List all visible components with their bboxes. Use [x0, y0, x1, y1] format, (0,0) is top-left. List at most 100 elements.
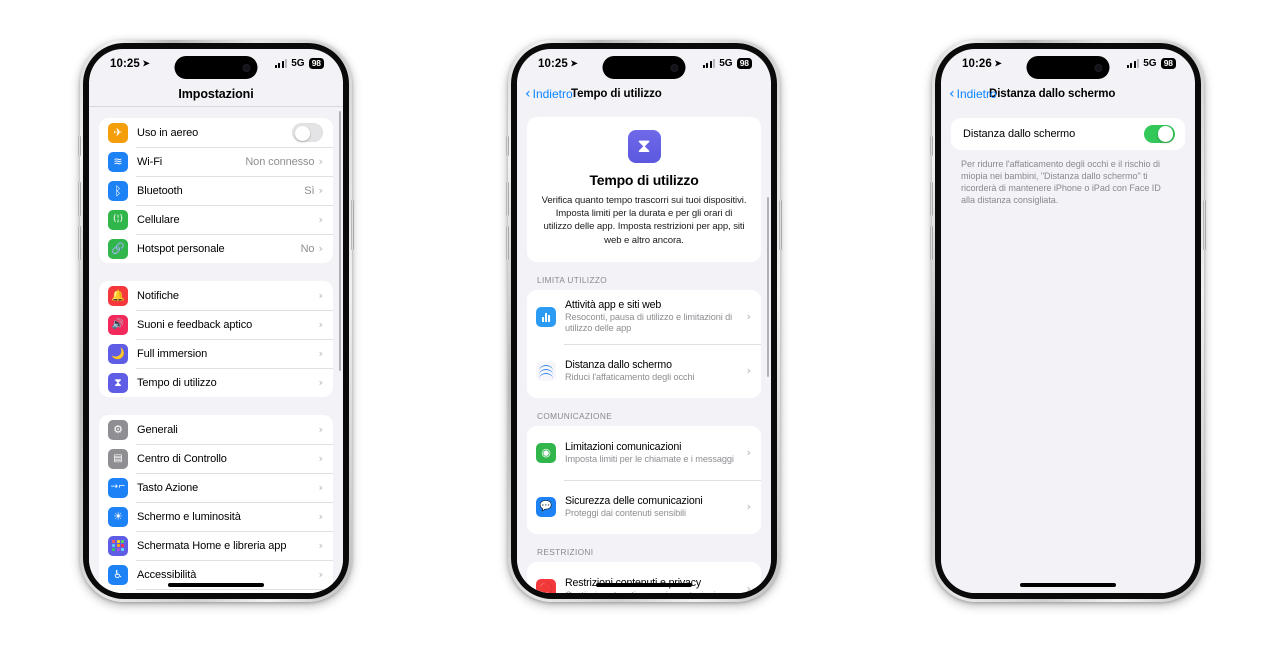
chart-bar-icon — [536, 306, 556, 327]
settings-group-connectivity: ✈ Uso in aereo ≋ Wi-Fi Non connesso › ᛒ … — [99, 118, 333, 263]
row-general[interactable]: ⚙ Generali › — [99, 415, 333, 444]
row-notifications[interactable]: 🔔 Notifiche › — [99, 281, 333, 310]
volume-down-button[interactable] — [930, 226, 933, 260]
power-button[interactable] — [1203, 200, 1206, 250]
dynamic-island — [602, 56, 686, 79]
screen-distance-description: Per ridurre l'affaticamento degli occhi … — [961, 159, 1161, 206]
silence-switch[interactable] — [78, 136, 81, 156]
row-label: Suoni e feedback aptico — [137, 318, 253, 331]
network-type-label: 5G — [1143, 58, 1157, 70]
network-type-label: 5G — [719, 58, 733, 70]
nav-bar: ‹ Indietro Tempo di utilizzo — [517, 81, 771, 107]
chevron-left-icon: ‹ — [525, 86, 531, 102]
row-focus[interactable]: 🌙 Full immersion › — [99, 339, 333, 368]
communication-safety-icon: 💬 — [536, 496, 556, 517]
row-communication-limits[interactable]: ◉ Limitazioni comunicazioni Imposta limi… — [527, 425, 761, 480]
row-content-privacy-restrictions[interactable]: 🚫 Restrizioni contenuti e privacy Gestis… — [527, 561, 761, 593]
airplane-icon: ✈ — [108, 122, 128, 143]
speaker-icon: 🔊 — [108, 314, 128, 335]
row-sounds[interactable]: 🔊 Suoni e feedback aptico › — [99, 310, 333, 339]
phone-screen: 10:26 ➤ 5G 98 ‹ Indietro Distanza dallo … — [941, 49, 1195, 593]
row-label: Uso in aereo — [137, 126, 199, 139]
home-indicator[interactable] — [168, 583, 264, 587]
phone-screen-distance: 10:26 ➤ 5G 98 ‹ Indietro Distanza dallo … — [930, 40, 1206, 602]
screen-distance-icon — [536, 360, 556, 381]
airplane-mode-toggle[interactable] — [292, 123, 323, 142]
phone-screentime: 10:25 ➤ 5G 98 ‹ Indietro Tempo di utiliz… — [506, 40, 782, 602]
status-time-value: 10:25 — [538, 58, 568, 70]
cellular-icon: (¦) — [108, 209, 128, 230]
hero-description: Verifica quanto tempo trascorri sui tuoi… — [541, 195, 747, 246]
section-header-limita-utilizzo: LIMITA UTILIZZO — [537, 274, 608, 285]
volume-up-button[interactable] — [930, 182, 933, 216]
silence-switch[interactable] — [506, 136, 509, 156]
row-value: Sì — [304, 184, 315, 197]
row-label: Wi-Fi — [137, 155, 163, 168]
row-home-screen[interactable]: Schermata Home e libreria app › — [99, 531, 333, 560]
row-text: Distanza dallo schermo Riduci l'affatica… — [565, 359, 746, 384]
battery-level-badge: 98 — [308, 58, 324, 70]
row-action-button[interactable]: →⌐ Tasto Azione › — [99, 473, 333, 502]
home-indicator[interactable] — [1020, 583, 1116, 587]
row-label: Cellulare — [137, 213, 180, 226]
row-app-activity[interactable]: Attività app e siti web Resoconti, pausa… — [527, 289, 761, 344]
communication-limits-icon: ◉ — [536, 442, 556, 463]
row-title: Sicurezza delle comunicazioni — [565, 494, 703, 507]
nav-bar: ‹ Indietro Distanza dallo schermo — [941, 81, 1195, 107]
settings-group-notifications: 🔔 Notifiche › 🔊 Suoni e feedback aptico … — [99, 281, 333, 397]
status-time: 10:25 ➤ — [538, 58, 578, 70]
row-wifi[interactable]: ≋ Wi-Fi Non connesso › — [99, 147, 333, 176]
gear-icon: ⚙ — [108, 419, 128, 440]
row-screen-time[interactable]: ⧗ Tempo di utilizzo › — [99, 368, 333, 397]
back-button-label: Indietro — [956, 87, 997, 101]
row-airplane-mode[interactable]: ✈ Uso in aereo — [99, 118, 333, 147]
volume-up-button[interactable] — [506, 182, 509, 216]
power-button[interactable] — [351, 200, 354, 250]
row-value: No — [300, 242, 315, 255]
volume-down-button[interactable] — [506, 226, 509, 260]
settings-scroll-view[interactable]: ✈ Uso in aereo ≋ Wi-Fi Non connesso › ᛒ … — [89, 107, 343, 593]
chevron-left-icon: ‹ — [949, 86, 955, 102]
location-arrow-icon: ➤ — [141, 58, 151, 69]
row-control-center[interactable]: ▤ Centro di Controllo › — [99, 444, 333, 473]
section-header-restrizioni: RESTRIZIONI — [537, 546, 594, 557]
phone-screen: 10:25 ➤ 5G 98 ‹ Indietro Tempo di utiliz… — [517, 49, 771, 593]
chevron-right-icon: › — [746, 446, 751, 460]
volume-up-button[interactable] — [78, 182, 81, 216]
chevron-right-icon: › — [318, 423, 323, 436]
bluetooth-icon: ᛒ — [108, 180, 128, 201]
hotspot-icon: 🔗 — [108, 238, 128, 259]
restrictions-icon: 🚫 — [536, 578, 556, 593]
back-button[interactable]: ‹ Indietro — [525, 87, 573, 101]
back-button[interactable]: ‹ Indietro — [949, 87, 997, 101]
vertical-scrollbar[interactable] — [338, 111, 341, 371]
row-communication-safety[interactable]: 💬 Sicurezza delle comunicazioni Proteggi… — [527, 479, 761, 534]
chevron-right-icon: › — [318, 376, 323, 389]
power-button[interactable] — [779, 200, 782, 250]
row-title: Limitazioni comunicazioni — [565, 440, 682, 453]
chevron-right-icon: › — [746, 582, 751, 593]
row-screen-distance[interactable]: Distanza dallo schermo Riduci l'affatica… — [527, 343, 761, 398]
row-wallpaper-clipped[interactable]: 🖼 › — [99, 589, 333, 593]
row-label: Generali — [137, 423, 178, 436]
row-screen-distance-toggle[interactable]: Distanza dallo schermo — [951, 118, 1185, 150]
chevron-right-icon: › — [746, 310, 751, 324]
chevron-right-icon: › — [318, 242, 323, 255]
screen-distance-scroll-view[interactable]: Distanza dallo schermo Per ridurre l'aff… — [941, 107, 1195, 593]
home-indicator[interactable] — [596, 583, 692, 587]
volume-down-button[interactable] — [78, 226, 81, 260]
vertical-scrollbar[interactable] — [766, 197, 769, 377]
silence-switch[interactable] — [930, 136, 933, 156]
chevron-right-icon: › — [318, 213, 323, 226]
chevron-right-icon: › — [318, 452, 323, 465]
signal-bars-icon — [702, 59, 716, 69]
row-display-brightness[interactable]: ☀ Schermo e luminosità › — [99, 502, 333, 531]
row-subtitle: Imposta limiti per le chiamate e i messa… — [565, 453, 734, 464]
row-cellular[interactable]: (¦) Cellulare › — [99, 205, 333, 234]
screen-distance-toggle[interactable] — [1144, 124, 1175, 144]
screenshot-stage: 10:25 ➤ 5G 98 Impostazioni ✈ Uso in aere… — [0, 0, 1280, 648]
row-hotspot[interactable]: 🔗 Hotspot personale No › — [99, 234, 333, 263]
screentime-scroll-view[interactable]: ⧗ Tempo di utilizzo Verifica quanto temp… — [517, 107, 771, 593]
status-bar: 10:25 ➤ 5G 98 — [517, 49, 771, 81]
row-bluetooth[interactable]: ᛒ Bluetooth Sì › — [99, 176, 333, 205]
